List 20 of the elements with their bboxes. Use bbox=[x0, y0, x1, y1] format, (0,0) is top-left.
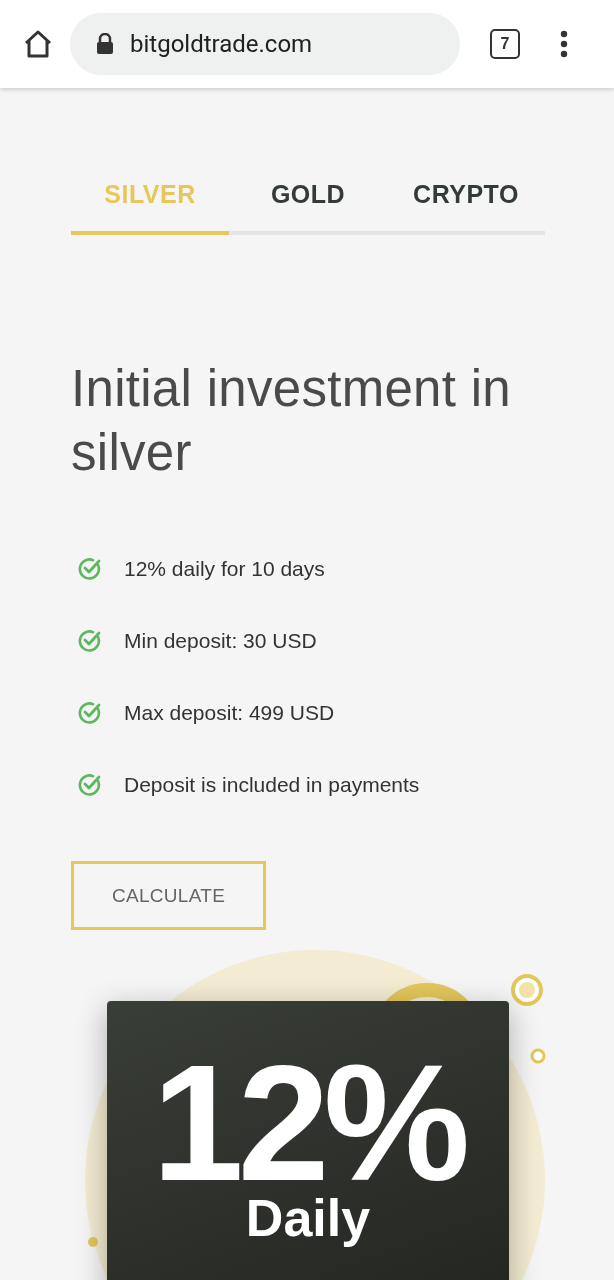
check-icon bbox=[78, 773, 102, 797]
coin-icon bbox=[88, 1237, 98, 1247]
check-icon bbox=[78, 701, 102, 725]
menu-icon[interactable] bbox=[560, 30, 568, 58]
feature-text: Max deposit: 499 USD bbox=[124, 701, 335, 725]
url-text: bitgoldtrade.com bbox=[130, 30, 313, 58]
feature-text: Deposit is included in payments bbox=[124, 773, 420, 797]
tab-count-button[interactable]: 7 bbox=[490, 29, 520, 59]
coin-icon bbox=[530, 1048, 546, 1064]
check-icon bbox=[78, 629, 102, 653]
address-bar[interactable]: bitgoldtrade.com bbox=[70, 13, 460, 75]
heading: Initial investment in silver bbox=[71, 359, 512, 483]
tab[interactable]: GOLD bbox=[229, 174, 387, 235]
feature-text: 12% daily for 10 days bbox=[124, 557, 325, 581]
calculate-button[interactable]: CALCULATE bbox=[71, 861, 266, 930]
feature-text: Min deposit: 30 USD bbox=[124, 629, 317, 653]
tab[interactable]: CRYPTO bbox=[387, 174, 545, 235]
lock-icon bbox=[96, 33, 114, 55]
check-icon bbox=[78, 557, 102, 581]
home-icon[interactable] bbox=[22, 29, 54, 59]
